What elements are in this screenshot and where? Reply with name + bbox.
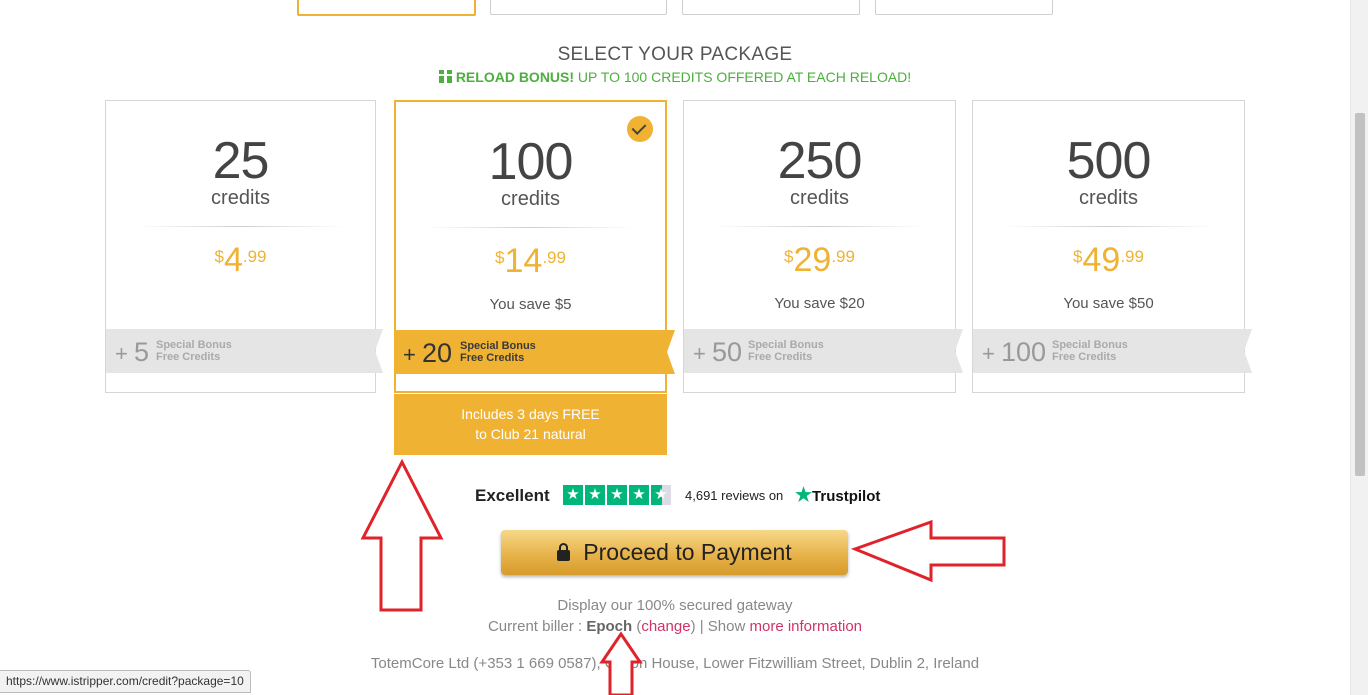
bonus-amount: + 50	[693, 337, 743, 367]
scrollbar-thumb[interactable]	[1355, 113, 1365, 476]
payment-method-tab-2[interactable]	[490, 0, 667, 15]
bonus-ribbon: + 20 Special Bonus Free Credits	[394, 330, 675, 374]
bonus-label: Special Bonus Free Credits	[460, 340, 536, 364]
package-credits: 250	[777, 132, 863, 190]
trustpilot-rating-text: Excellent	[475, 486, 550, 505]
browser-status-url: https://www.istripper.com/credit?package…	[0, 670, 251, 693]
divider	[136, 226, 345, 227]
payment-method-tab-4[interactable]	[875, 0, 1053, 15]
package-price: $14.99	[495, 242, 566, 280]
payment-method-tab-crypto[interactable]	[682, 0, 860, 15]
gift-icon	[438, 70, 452, 83]
trustpilot-logo: ★Trustpilot	[795, 485, 881, 506]
vertical-scrollbar[interactable]	[1350, 0, 1368, 695]
secured-gateway-text: Display our 100% secured gateway	[557, 597, 793, 614]
package-credits: 500	[1066, 132, 1152, 190]
package-price: $4.99	[214, 241, 267, 279]
star-icon: ★	[563, 485, 583, 505]
annotation-arrow-left	[850, 519, 1006, 583]
package-savings: You save $5	[489, 296, 572, 313]
more-information-link[interactable]: more information	[749, 618, 862, 635]
bonus-amount: + 20	[403, 338, 453, 368]
page-title: SELECT YOUR PACKAGE	[557, 44, 793, 65]
package-savings: You save $50	[1063, 295, 1154, 312]
star-icon: ★	[629, 485, 649, 505]
annotation-arrow-up-large	[360, 458, 444, 612]
package-credits: 100	[488, 133, 574, 191]
bonus-ribbon: + 5 Special Bonus Free Credits	[106, 329, 383, 373]
club-bonus-banner: Includes 3 days FREE to Club 21 natural	[394, 394, 667, 455]
package-card-250[interactable]: 250 credits $29.99 You save $20 + 50 Spe…	[683, 100, 956, 393]
package-unit: credits	[211, 187, 270, 209]
star-icon: ★	[585, 485, 605, 505]
package-card-500[interactable]: 500 credits $49.99 You save $50 + 100 Sp…	[972, 100, 1245, 393]
star-icon: ★	[607, 485, 627, 505]
bonus-ribbon: + 50 Special Bonus Free Credits	[684, 329, 963, 373]
package-price: $49.99	[1073, 241, 1144, 279]
bonus-label: Special Bonus Free Credits	[156, 339, 232, 363]
bonus-ribbon: + 100 Special Bonus Free Credits	[973, 329, 1252, 373]
bonus-label: Special Bonus Free Credits	[748, 339, 824, 363]
divider	[714, 226, 925, 227]
reload-bonus-strong: RELOAD BONUS!	[455, 69, 575, 85]
bonus-amount: + 100	[982, 337, 1047, 367]
bonus-amount: + 5	[115, 337, 150, 367]
current-biller-line: Current biller : Epoch (change) | Show m…	[487, 618, 863, 635]
trustpilot-reviews-count: 4,691 reviews on	[685, 488, 784, 503]
half-star-icon: ★	[651, 485, 671, 505]
package-card-100[interactable]: 100 credits $14.99 You save $5 + 20 Spec…	[394, 100, 667, 393]
package-credits: 25	[212, 132, 270, 190]
trustpilot-stars: ★ ★ ★ ★ ★	[563, 485, 671, 505]
package-savings: You save $20	[774, 295, 865, 312]
proceed-to-payment-button[interactable]: Proceed to Payment	[501, 530, 848, 575]
proceed-label: Proceed to Payment	[583, 539, 792, 565]
divider	[1003, 226, 1214, 227]
payment-method-tab-card[interactable]	[297, 0, 476, 16]
lock-icon	[557, 543, 571, 561]
bonus-label: Special Bonus Free Credits	[1052, 339, 1128, 363]
package-card-25[interactable]: 25 credits $4.99 + 5 Special Bonus Free C…	[105, 100, 376, 393]
reload-bonus-banner: RELOAD BONUS! UP TO 100 CREDITS OFFERED …	[0, 69, 1350, 85]
change-biller-link[interactable]: change	[641, 618, 690, 635]
trustpilot-star-icon: ★	[795, 485, 813, 506]
divider	[426, 227, 635, 228]
reload-bonus-text: UP TO 100 CREDITS OFFERED AT EACH RELOAD…	[574, 69, 912, 85]
package-unit: credits	[1079, 187, 1138, 209]
package-price: $29.99	[784, 241, 855, 279]
biller-name: Epoch	[586, 618, 633, 635]
package-unit: credits	[790, 187, 849, 209]
package-unit: credits	[501, 188, 560, 210]
